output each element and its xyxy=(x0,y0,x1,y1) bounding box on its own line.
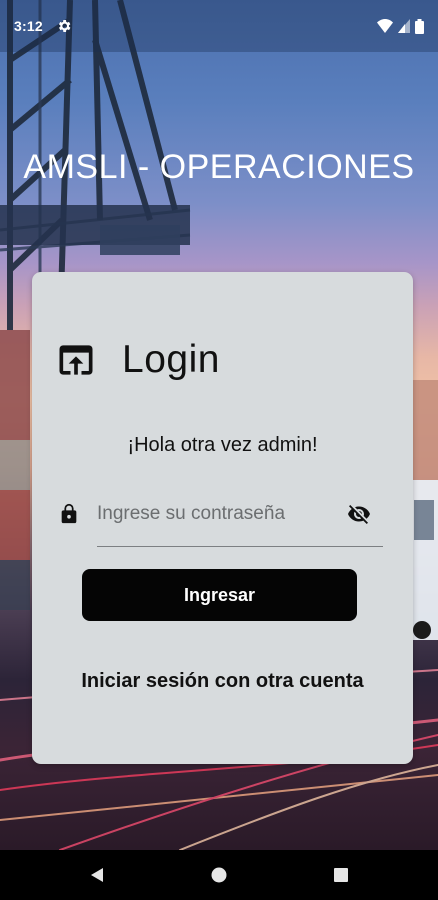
login-screen: 3:12 AMSLI - OPERACIONES Login ¡Hola otr… xyxy=(0,0,438,900)
gear-icon xyxy=(58,20,71,32)
login-title: Login xyxy=(122,338,220,381)
login-button[interactable]: Ingresar xyxy=(82,569,357,621)
system-navigation-bar xyxy=(0,850,438,900)
other-account-link[interactable]: Iniciar sesión con otra cuenta xyxy=(32,670,413,693)
battery-icon xyxy=(415,18,424,34)
visibility-off-icon[interactable] xyxy=(346,502,372,526)
login-card: Login ¡Hola otra vez admin! Ingresar Ini… xyxy=(32,272,413,764)
password-underline xyxy=(97,546,383,547)
back-icon[interactable] xyxy=(88,866,106,884)
login-header: Login xyxy=(54,338,220,382)
status-icons xyxy=(377,18,424,34)
cell-signal-icon xyxy=(398,19,410,33)
app-title: AMSLI - OPERACIONES xyxy=(23,148,415,186)
home-icon[interactable] xyxy=(210,866,228,884)
wifi-icon xyxy=(377,19,393,33)
greeting-text: ¡Hola otra vez admin! xyxy=(127,434,318,456)
open-in-browser-icon xyxy=(59,345,93,375)
password-field xyxy=(56,494,386,547)
lock-icon xyxy=(61,503,77,524)
recents-icon[interactable] xyxy=(332,866,350,884)
status-bar: 3:12 xyxy=(0,0,438,52)
password-input[interactable] xyxy=(97,494,343,534)
status-time: 3:12 xyxy=(14,18,43,34)
